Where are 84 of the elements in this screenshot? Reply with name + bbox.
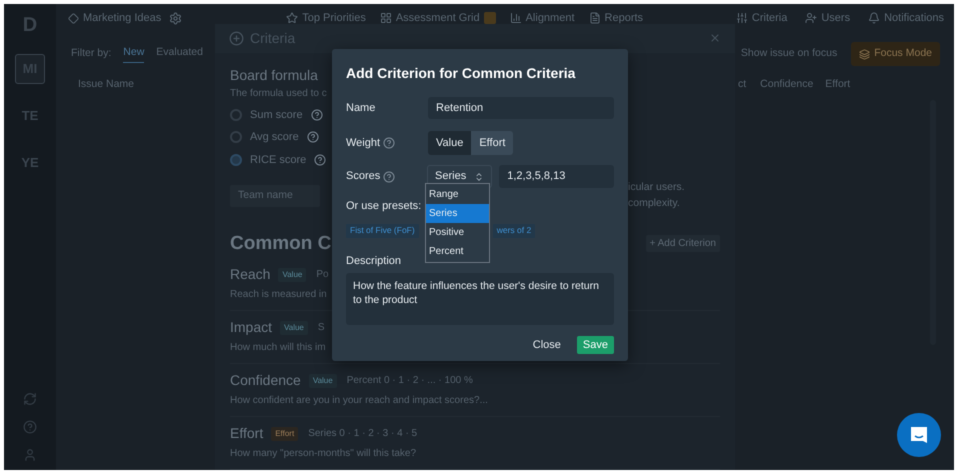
criterion-name: Reach [230,265,270,284]
field-label: Weight [346,136,380,151]
criterion-name: Effort [230,424,264,443]
column-header: Effort [825,77,850,92]
column-header: ct [738,77,746,92]
radio-option[interactable]: Sum score [230,106,326,123]
add-circle-icon [229,30,244,46]
sliders-icon [736,12,748,24]
note-text: icular users. [628,180,685,195]
filter-tab[interactable]: Evaluated [156,45,203,63]
team-name-field[interactable]: Team name [230,184,320,207]
menu-item[interactable]: Positive [426,223,489,242]
nav-link[interactable]: Users [805,10,850,26]
help-icon [383,137,396,149]
scale-text: S [318,321,325,335]
help-icon [383,170,396,182]
scale-text: Po [316,268,329,282]
note-text: complexity. [628,196,680,211]
menu-item[interactable]: Percent [426,242,489,261]
weight-option[interactable]: Effort [471,131,514,155]
column-header: Issue Name [78,77,134,92]
grid-icon [380,12,392,24]
nav-link[interactable]: Reports [588,10,644,26]
close-icon[interactable] [709,32,721,44]
radio-option[interactable]: Avg score [230,129,326,146]
add-criterion-button[interactable]: + Add Criterion [646,235,720,252]
updown-icon [474,172,484,182]
user-icon[interactable] [23,448,37,462]
filter-label: Filter by: [71,46,112,62]
criterion-name: Confidence [230,371,301,390]
dialog-title: Add Criterion for Common Criteria [346,64,576,83]
preset-tag[interactable]: wers of 2 [492,224,536,238]
field-label: Name [346,100,376,116]
diamond-icon [68,12,79,24]
weight-tag: Value [278,268,306,282]
section-title: Board formula [230,66,318,84]
menu-item[interactable]: Series [426,204,489,223]
criterion-name: Impact [230,318,272,337]
criterion-description: How confident are you in your reach and impact scores?... [230,394,488,408]
help-icon [310,108,323,121]
show-issue-label: Show issue on focus [740,46,838,62]
help-icon[interactable] [23,420,37,434]
weight-tag: Effort [271,426,298,440]
criterion-description: Reach is measured in [230,288,327,302]
save-button[interactable]: Save [576,336,614,354]
scale-text: Series 0 · 1 · 2 · 3 · 4 · 5 [308,427,418,441]
nav-link[interactable]: Notifications [868,10,944,26]
close-button[interactable]: Close [532,336,561,354]
nav-link[interactable]: Criteria [736,10,788,26]
radio-option[interactable]: RICE score [230,152,326,168]
nav-link[interactable]: Alignment [510,10,575,26]
help-icon [314,154,326,166]
add-user-icon [805,12,818,24]
preset-tag[interactable]: Fist of Five (FoF) [346,224,419,238]
column-header: Confidence [760,77,814,92]
help-icon [306,131,319,144]
bar-chart-icon [510,12,522,24]
chat-icon [909,425,929,445]
name-field[interactable]: Retention [428,97,614,119]
criterion-description: How much will this im [230,341,326,355]
refresh-icon[interactable] [23,392,37,406]
document-icon [588,12,601,24]
description-field[interactable]: How the feature influences the user's desire to return to the product [346,273,614,325]
nav-link[interactable]: Assessment Grid [380,10,496,26]
scores-field[interactable]: 1,2,3,5,8,13 [499,165,614,188]
scale-text: Percent 0 · 1 · 2 · ... · 100 % [346,374,473,388]
board-title: Marketing Ideas [83,10,162,26]
star-icon [286,12,298,24]
weight-tag: Value [308,374,337,388]
field-label: Scores [346,169,380,184]
nav-link[interactable]: Top Priorities [286,10,366,26]
weight-option[interactable]: Value [428,131,472,155]
section-subtitle: The formula used to c [230,86,327,100]
section-title: Common C [230,232,332,256]
field-label: Or use presets: [346,199,422,214]
weight-tag: Value [280,320,308,334]
settings-icon[interactable] [169,12,182,24]
menu-item[interactable]: Range [426,185,489,204]
criterion-description: How many "person-months" will this take? [230,447,416,461]
bell-icon [868,12,880,24]
layers-icon [859,48,870,60]
filter-tab[interactable]: New [123,45,144,63]
focus-mode-button[interactable]: Focus Mode [851,42,940,66]
field-label: Description [346,254,402,268]
